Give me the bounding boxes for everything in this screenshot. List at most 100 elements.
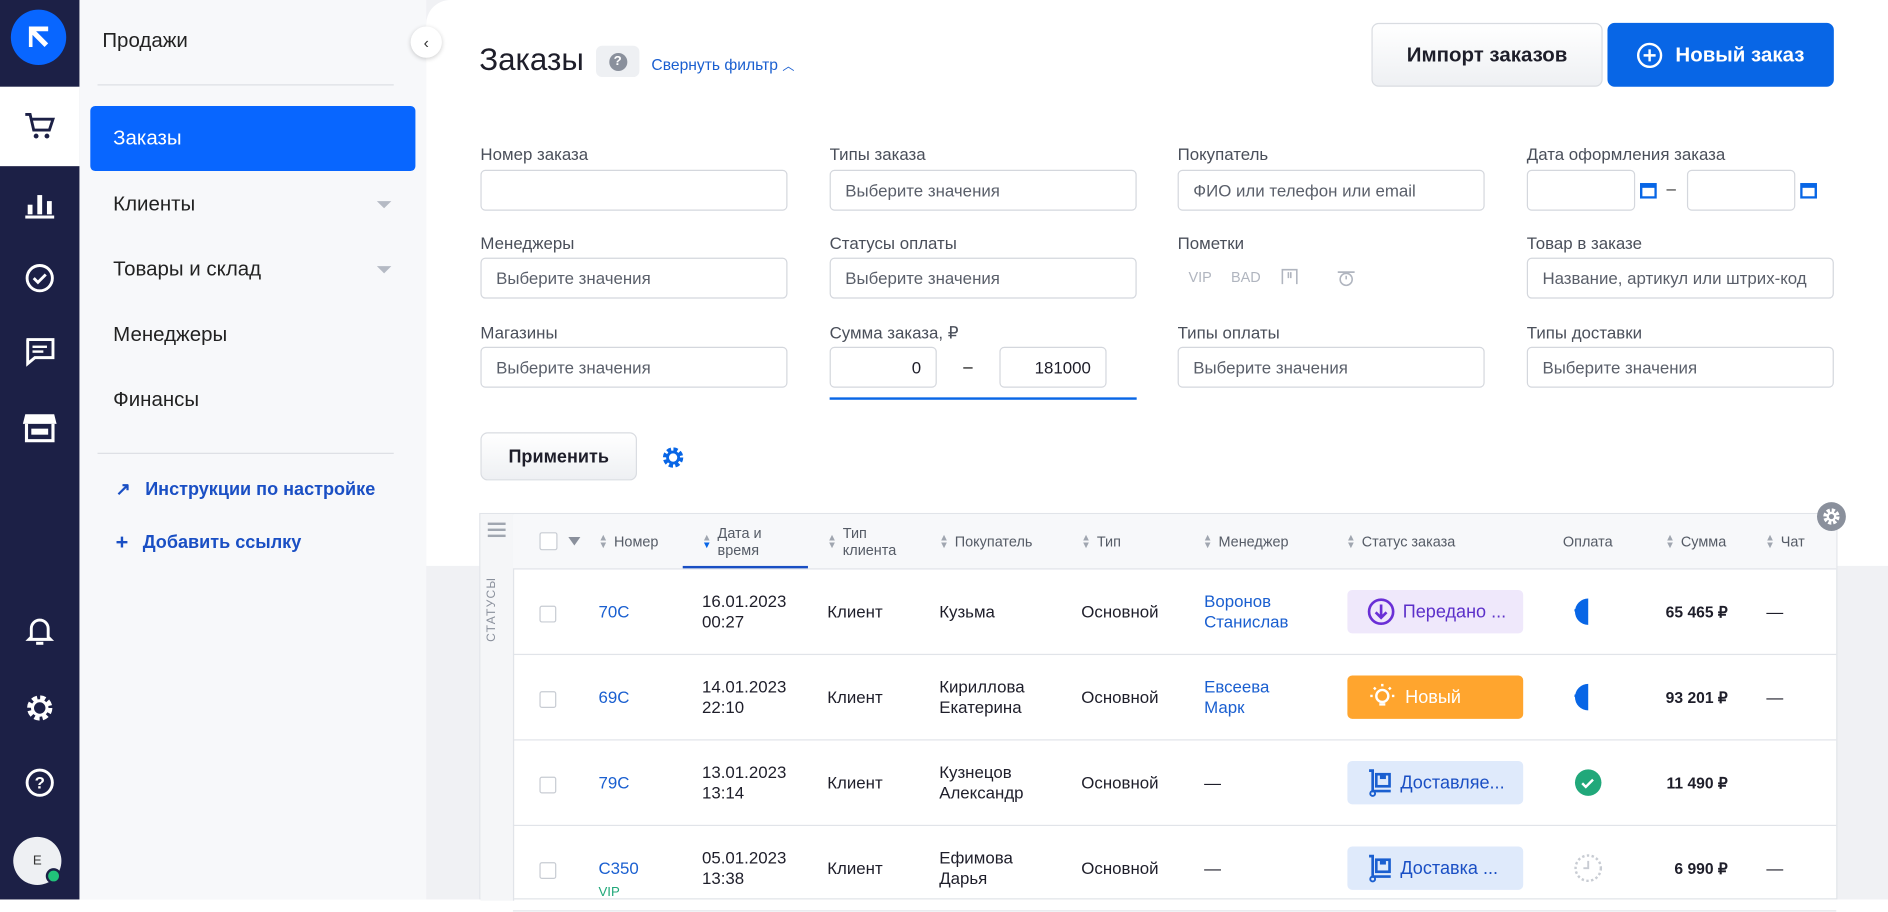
sum-to-input[interactable]: 181000 (999, 346, 1107, 388)
filter-label: Статусы оплаты (829, 233, 957, 253)
rail-notifications[interactable] (0, 601, 79, 661)
sidebar-item-finance[interactable]: Финансы (90, 367, 415, 432)
manager-link[interactable]: Воронов Станислав (1204, 591, 1288, 632)
managers-select[interactable]: Выберите значения (480, 257, 788, 299)
new-order-button[interactable]: Новый заказ (1607, 22, 1834, 87)
avatar[interactable]: E (13, 836, 62, 886)
date-from-input[interactable] (1526, 169, 1636, 211)
payment-types-select[interactable]: Выберите значения (1177, 346, 1485, 388)
order-number-link[interactable]: C350 (598, 859, 638, 879)
column-number[interactable]: ▲ ▼ Номер (598, 533, 658, 550)
sidebar-item-managers[interactable]: Менеджеры (90, 302, 415, 367)
order-sum: 65 465 ₽ (1665, 603, 1728, 622)
calendar-icon[interactable] (1800, 182, 1817, 199)
order-number-link[interactable]: 69C (598, 688, 629, 708)
order-types-select[interactable]: Выберите значения (829, 169, 1137, 211)
rail-store[interactable] (0, 397, 79, 457)
plus-circle-icon (1637, 42, 1663, 68)
rail-tasks[interactable] (0, 248, 79, 308)
apply-button[interactable]: Применить (480, 432, 637, 481)
table-row[interactable]: 69C 14.01.2023 22:10 Клиент Кириллова Екатери… (512, 655, 1837, 741)
column-chat[interactable]: ▲ ▼ Чат (1765, 533, 1805, 550)
sort-icon: ▲ ▼ (1081, 532, 1091, 551)
sidebar-item-products[interactable]: Товары и склад (90, 237, 415, 302)
filter-label: Магазины (480, 322, 558, 342)
order-status-badge[interactable]: Передано ... (1347, 590, 1524, 634)
help-button[interactable]: ? (596, 45, 640, 78)
sum-range-slider[interactable] (829, 397, 1137, 400)
select-dropdown-icon[interactable] (568, 537, 581, 546)
manager-link[interactable]: Евсеева Марк (1204, 677, 1269, 718)
icon-rail: ? E (0, 0, 80, 900)
order-number-link[interactable]: 70C (598, 602, 629, 622)
order-status-badge[interactable]: Доставляе... (1347, 760, 1524, 805)
row-checkbox[interactable] (539, 862, 557, 879)
manager-link: — (1204, 858, 1221, 878)
table-row[interactable]: 70C 16.01.2023 00:27 Клиент Кузьма Основной Во… (512, 570, 1837, 656)
shops-select[interactable]: Выберите значения (480, 346, 788, 388)
section-title: Продажи (102, 28, 188, 52)
row-checkbox[interactable] (539, 605, 557, 623)
bad-mark-toggle[interactable]: BAD (1231, 269, 1261, 286)
rail-settings[interactable] (0, 678, 79, 738)
logo[interactable] (10, 9, 67, 66)
table-row[interactable]: 79C 13.01.2023 13:14 Клиент Кузнецов Александ… (512, 741, 1837, 827)
callback-mark-toggle-icon[interactable] (1335, 267, 1357, 287)
add-link[interactable]: + Добавить ссылку (116, 530, 302, 555)
column-sum[interactable]: ▲ ▼ Сумма (1665, 533, 1726, 550)
table-settings-button[interactable] (1816, 502, 1846, 532)
setup-instructions-link[interactable]: ↗ Инструкции по настройке (116, 478, 376, 500)
column-status[interactable]: ▲ ▼ Статус заказа (1346, 533, 1455, 550)
lightbulb-icon (1370, 683, 1395, 706)
order-number-input[interactable] (480, 169, 788, 211)
customer-input[interactable]: ФИО или телефон или email (1177, 169, 1485, 211)
order-date: 05.01.2023 13:38 (701, 847, 787, 888)
import-orders-button[interactable]: Импорт заказов (1371, 22, 1603, 87)
payment-status (1573, 853, 1604, 890)
order-type: Основной (1081, 773, 1159, 793)
column-client-type[interactable]: ▲ ▼ Тип клиента (827, 525, 896, 559)
column-buyer[interactable]: ▲ ▼ Покупатель (939, 533, 1032, 550)
payment-statuses-select[interactable]: Выберите значения (829, 257, 1137, 299)
filter-label: Типы оплаты (1177, 322, 1280, 342)
row-checkbox[interactable] (539, 776, 557, 794)
filter-settings-gear-icon[interactable] (661, 446, 685, 470)
buyer-name: Кузнецов Александр (939, 762, 1024, 802)
divider (97, 452, 394, 454)
payment-status (1573, 596, 1604, 633)
order-number-link[interactable]: 79C (598, 773, 629, 793)
product-input[interactable]: Название, артикул или штрих-код (1526, 257, 1834, 299)
order-status-badge[interactable]: Доставка ... (1347, 846, 1524, 890)
rail-analytics[interactable] (0, 175, 79, 235)
statuses-panel-toggle[interactable]: СТАТУСЫ (480, 514, 515, 901)
chart-icon (25, 195, 55, 219)
order-type: Основной (1081, 858, 1159, 878)
order-type: Основной (1081, 687, 1159, 707)
sum-from-input[interactable]: 0 (829, 346, 937, 388)
sort-icon: ▲ ▼ (939, 532, 949, 551)
payment-status (1573, 682, 1604, 719)
rail-orders[interactable] (0, 86, 80, 167)
vip-mark-toggle[interactable]: VIP (1188, 269, 1211, 286)
date-to-input[interactable] (1686, 169, 1796, 211)
column-type[interactable]: ▲ ▼ Тип (1081, 533, 1121, 550)
sidebar-item-clients[interactable]: Клиенты (90, 172, 415, 237)
rail-chats[interactable] (0, 321, 79, 381)
column-date[interactable]: ▲ ▼ Дата и время (702, 525, 762, 559)
order-status-badge[interactable]: Новый (1347, 675, 1524, 719)
select-all-checkbox[interactable] (539, 532, 558, 551)
exclamation-mark-toggle-icon[interactable] (1280, 267, 1299, 286)
cart-icon (25, 112, 55, 139)
filter-label: Покупатель (1177, 144, 1269, 164)
pending-clock-icon (1574, 854, 1603, 883)
collapse-sidebar-button[interactable]: ‹ (410, 26, 442, 58)
calendar-icon[interactable] (1639, 182, 1657, 199)
sort-icon: ▲ ▼ (701, 532, 712, 551)
delivery-types-select[interactable]: Выберите значения (1526, 346, 1834, 388)
row-checkbox[interactable] (539, 691, 557, 709)
chat-indicator: — (1766, 858, 1784, 878)
rail-help[interactable]: ? (0, 753, 79, 813)
sidebar-item-orders[interactable]: Заказы (90, 105, 416, 171)
column-manager[interactable]: ▲ ▼ Менеджер (1203, 533, 1289, 550)
collapse-filter-link[interactable]: Свернуть фильтр ︿ (651, 55, 794, 73)
